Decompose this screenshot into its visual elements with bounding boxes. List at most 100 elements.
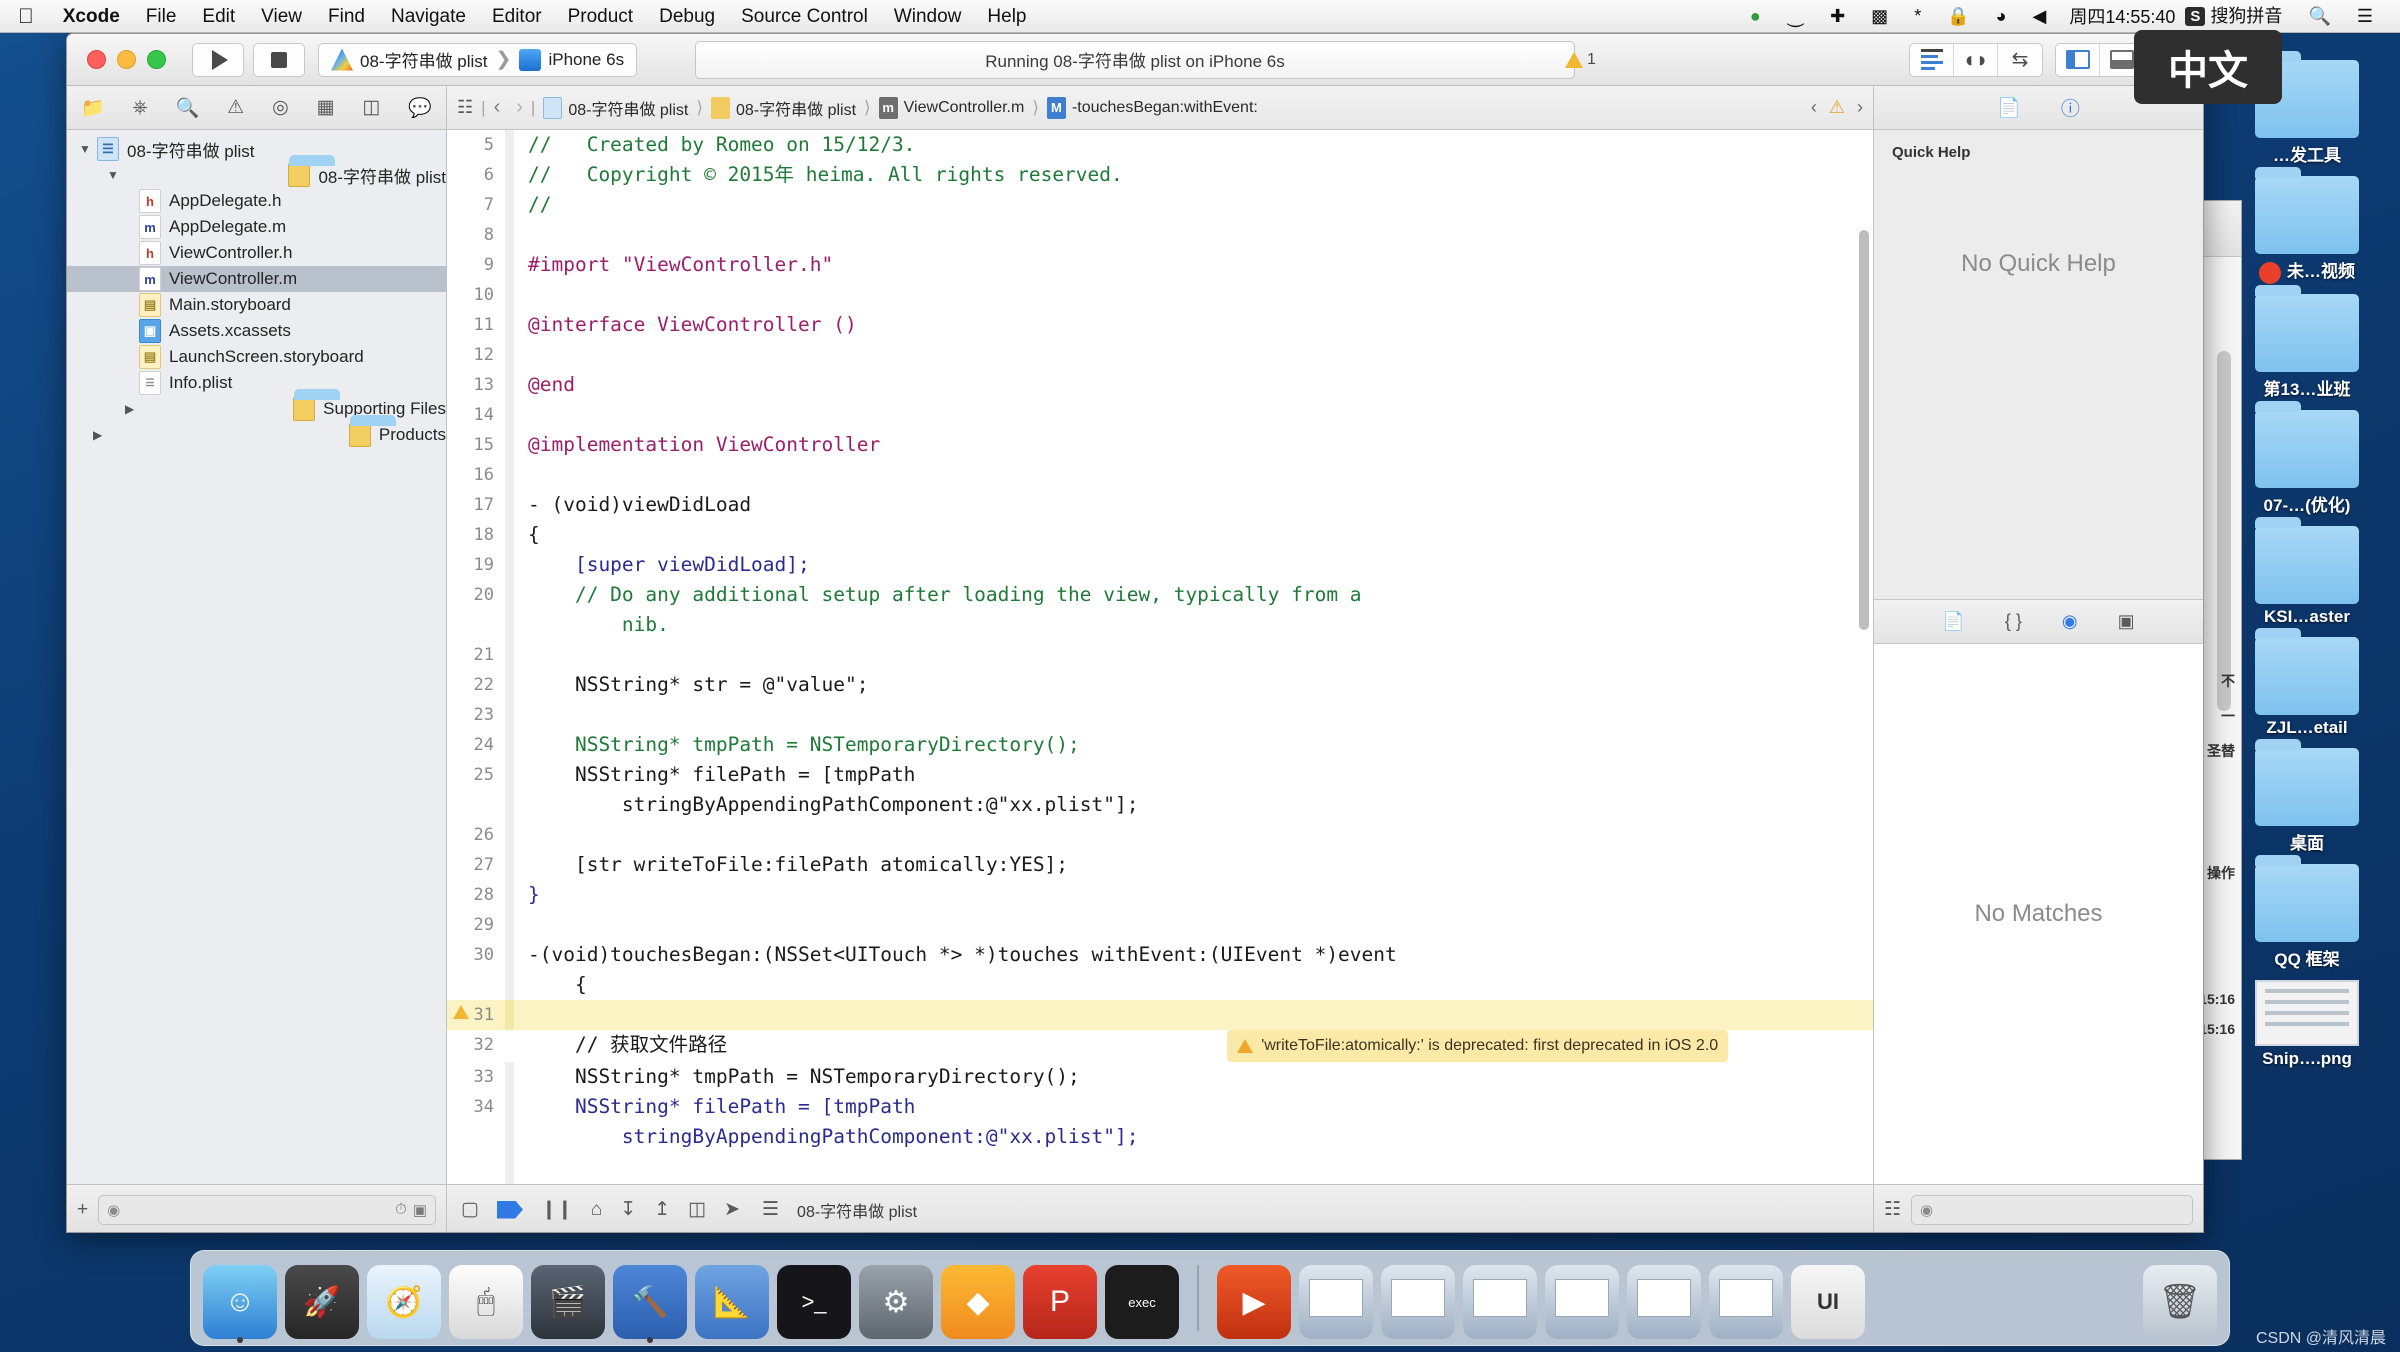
code-line[interactable]: 7 // [447, 190, 1873, 220]
menu-item-debug[interactable]: Debug [646, 0, 728, 33]
dock-item-mouse-app[interactable]: 🖱 [449, 1265, 523, 1339]
dock-item-sketch[interactable]: ◆ [941, 1265, 1015, 1339]
xcode-toolbar[interactable]: 08-字符串做 plist ❯ iPhone 6s Running 08-字符串… [67, 34, 2203, 86]
nav-row-file[interactable]: m AppDelegate.m [67, 214, 446, 240]
navigator-toggle-icon[interactable] [2056, 43, 2100, 76]
menu-item-view[interactable]: View [248, 0, 315, 33]
debug-bar[interactable]: ▢ ❙❙ ⌂ ↧ ↥ ◫ ➤ ☰ 08-字符串做 plist [447, 1185, 1873, 1232]
code-line[interactable]: 20 // Do any additional setup after load… [447, 580, 1873, 640]
dock-item-window-5[interactable] [1627, 1265, 1701, 1339]
step-out-icon[interactable]: ↥ [654, 1198, 670, 1221]
code-line[interactable]: 24 NSString* tmpPath = NSTemporaryDirect… [447, 730, 1873, 760]
menu-item-xcode[interactable]: Xcode [50, 0, 133, 33]
finder-scrollbar[interactable] [2217, 351, 2231, 711]
menu-bar[interactable]:  Xcode File Edit View Find Navigate Edi… [0, 0, 2400, 33]
desktop-item[interactable]: Snip….png [2232, 979, 2382, 1069]
dock-item-window-2[interactable] [1381, 1265, 1455, 1339]
input-method-badge[interactable]: S [2185, 6, 2206, 26]
nav-row-file[interactable]: ▣ Assets.xcassets [67, 318, 446, 344]
lock-icon[interactable]: 🔒 [1934, 0, 1982, 33]
utilities-inspector[interactable]: Quick Help No Quick Help 📄 { } ◉ ▣ No Ma… [1873, 130, 2203, 1184]
dock-item-xcode-beta[interactable]: 📐 [695, 1265, 769, 1339]
dock-item-trash[interactable]: 🗑 [2143, 1265, 2217, 1339]
code-line[interactable]: 19 [super viewDidLoad]; [447, 550, 1873, 580]
dock-item-ui-app[interactable]: UI [1791, 1265, 1865, 1339]
code-area[interactable]: 5 // Created by Romeo on 15/12/3. 6 // Cop… [447, 130, 1873, 1184]
editor-mode-segment[interactable]: ◖◗ ⇆ [1909, 42, 2043, 77]
navigator-filter-bar[interactable]: + ◉ ⏱ ▣ [67, 1185, 447, 1232]
dock[interactable]: ☺ 🚀 🧭 🖱 🎬 🔨 📐 >_ ⚙ ◆ P exec ▶ UI 🗑 [190, 1250, 2230, 1346]
continue-icon[interactable] [496, 1200, 523, 1219]
standard-editor-icon[interactable] [1910, 43, 1954, 76]
dock-item-terminal[interactable]: >_ [777, 1265, 851, 1339]
airplay-icon[interactable]: ✚ [1817, 0, 1858, 33]
code-line[interactable]: 8 [447, 220, 1873, 250]
xcode-bottom-bar[interactable]: + ◉ ⏱ ▣ ▢ ❙❙ ⌂ ↧ ↥ ◫ ➤ ☰ 08-字符串做 plist ☷… [67, 1184, 2203, 1232]
library-filter-field[interactable]: ◉ [1911, 1194, 2193, 1225]
disclosure-closed-icon[interactable]: ▶ [125, 402, 141, 416]
version-editor-icon[interactable]: ⇆ [1998, 44, 2042, 76]
object-library-icon[interactable]: ◉ [2062, 611, 2078, 632]
code-line[interactable]: 11 @interface ViewController () [447, 310, 1873, 340]
code-line[interactable]: 23 [447, 700, 1873, 730]
breadcrumb-file[interactable]: m ViewController.m [878, 96, 1024, 119]
source-editor[interactable]: 5 // Created by Romeo on 15/12/3. 6 // Cop… [447, 130, 1873, 1184]
menu-item-product[interactable]: Product [555, 0, 646, 33]
disclosure-closed-icon[interactable]: ▶ [93, 428, 109, 442]
editor-scrollbar[interactable] [1859, 230, 1869, 630]
code-line[interactable] [447, 1182, 1873, 1184]
dropbox-icon[interactable]: ● [1737, 0, 1774, 33]
dock-item-window-4[interactable] [1545, 1265, 1619, 1339]
window-controls[interactable] [87, 50, 166, 69]
menu-item-help[interactable]: Help [974, 0, 1039, 33]
dock-item-window-1[interactable] [1299, 1265, 1373, 1339]
menu-item-find[interactable]: Find [315, 0, 378, 33]
nav-row-file[interactable]: ☰ Info.plist [67, 370, 446, 396]
wifi-icon[interactable]: ◕ [1983, 0, 2020, 33]
disclosure-open-icon[interactable]: ▼ [79, 142, 95, 156]
code-line[interactable]: 26 [447, 820, 1873, 850]
disclosure-open-icon[interactable]: ▼ [107, 168, 123, 182]
report-navigator-icon[interactable]: 💬 [408, 96, 432, 120]
status-warning-chip[interactable]: 1 [1565, 51, 1596, 69]
dock-item-xcode[interactable]: 🔨 [613, 1265, 687, 1343]
screen-record-icon[interactable]: ▩ [1858, 0, 1901, 33]
folder-navigator-icon[interactable]: 📁 [81, 96, 105, 120]
library-selector-bar[interactable]: 📄 { } ◉ ▣ [1874, 600, 2203, 644]
code-line[interactable]: 21 [447, 640, 1873, 670]
code-line[interactable]: 34 NSString* filePath = [tmpPath stringB… [447, 1092, 1873, 1152]
code-line[interactable]: 12 [447, 340, 1873, 370]
desktop-item[interactable]: QQ 框架 [2232, 854, 2382, 970]
library-circle-icon[interactable]: ◉ [1920, 1201, 1933, 1219]
menu-item-window[interactable]: Window [881, 0, 975, 33]
zoom-button[interactable] [147, 50, 166, 69]
simulate-icon[interactable]: ◫ [688, 1198, 706, 1221]
navigator-selector-bar[interactable]: 📁 ⎈ 🔍 ⚠ ◎ ▦ ◫ 💬 [67, 86, 447, 129]
code-line[interactable]: 10 [447, 280, 1873, 310]
nav-row-group[interactable]: ▶ Products [67, 415, 446, 448]
close-button[interactable] [87, 50, 106, 69]
media-library-icon[interactable]: ▣ [2118, 611, 2135, 632]
breakpoint-navigator-icon[interactable]: ◫ [362, 96, 380, 119]
menu-clock[interactable]: 周四14:55:40 [2059, 3, 2185, 29]
menu-item-editor[interactable]: Editor [479, 0, 555, 33]
code-line[interactable]: 22 NSString* str = @"value"; [447, 670, 1873, 700]
debug-navigator-icon[interactable]: ▦ [317, 96, 335, 119]
nav-row-project[interactable]: ▼ ☰ 08-字符串做 plist [67, 136, 446, 162]
code-line[interactable] [447, 1152, 1873, 1182]
dock-item-principle[interactable]: P [1023, 1265, 1097, 1339]
code-line[interactable]: 16 [447, 460, 1873, 490]
code-line[interactable]: 33 NSString* tmpPath = NSTemporaryDirect… [447, 1062, 1873, 1092]
desktop-item[interactable]: 未…视频 [2232, 167, 2382, 284]
nav-row-file[interactable]: ▤ Main.storyboard [67, 292, 446, 318]
code-line[interactable]: 18 { [447, 520, 1873, 550]
minimize-button[interactable] [117, 50, 136, 69]
menu-item-source-control[interactable]: Source Control [728, 0, 881, 33]
desktop-item[interactable]: 07-…(优化) [2232, 400, 2382, 516]
chevron-right-icon[interactable]: › [516, 96, 523, 119]
code-line[interactable]: 25 NSString* filePath = [tmpPath stringB… [447, 760, 1873, 820]
code-line-with-warning[interactable]: 31 [447, 1000, 1873, 1030]
code-line[interactable]: 29 [447, 910, 1873, 940]
breadcrumb-project[interactable]: 08-字符串做 plist [543, 96, 688, 120]
desktop-item[interactable]: KSI…aster [2232, 516, 2382, 627]
